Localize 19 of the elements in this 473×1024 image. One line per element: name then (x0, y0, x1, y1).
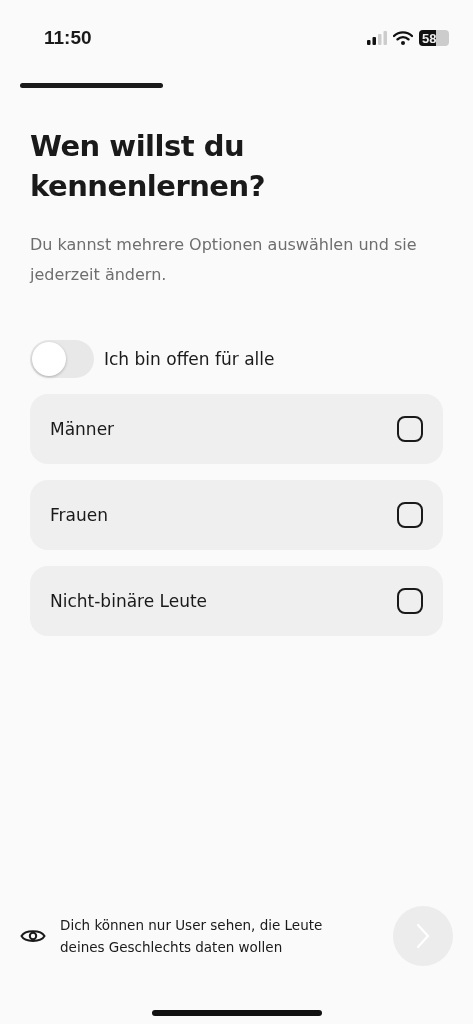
option-card[interactable]: Frauen (30, 480, 443, 550)
option-label: Nicht-binäre Leute (50, 591, 208, 611)
toggle-label: Ich bin offen für alle (104, 349, 275, 369)
option-label: Frauen (50, 505, 108, 525)
option-card[interactable]: Männer (30, 394, 443, 464)
checkbox[interactable] (397, 502, 423, 528)
page-subtitle: Du kannst mehrere Optionen auswählen und sie jederzeit ändern. (30, 234, 418, 286)
wifi-icon (393, 31, 413, 45)
option-label: Männer (50, 419, 115, 439)
eye-icon (20, 927, 46, 945)
signal-icon (367, 31, 387, 45)
toggle-switch[interactable] (30, 340, 94, 378)
page-title: Wen willst du kennenlernen? (30, 128, 266, 205)
checkbox[interactable] (397, 416, 423, 442)
battery-indicator: 58 (419, 30, 449, 46)
privacy-note: Dich können nur User sehen, die Leute deines Geschlechts daten wollen (60, 916, 324, 957)
checkbox[interactable] (397, 588, 423, 614)
option-card[interactable]: Nicht-binäre Leute (30, 566, 443, 636)
status-time: 11:50 (44, 27, 92, 49)
